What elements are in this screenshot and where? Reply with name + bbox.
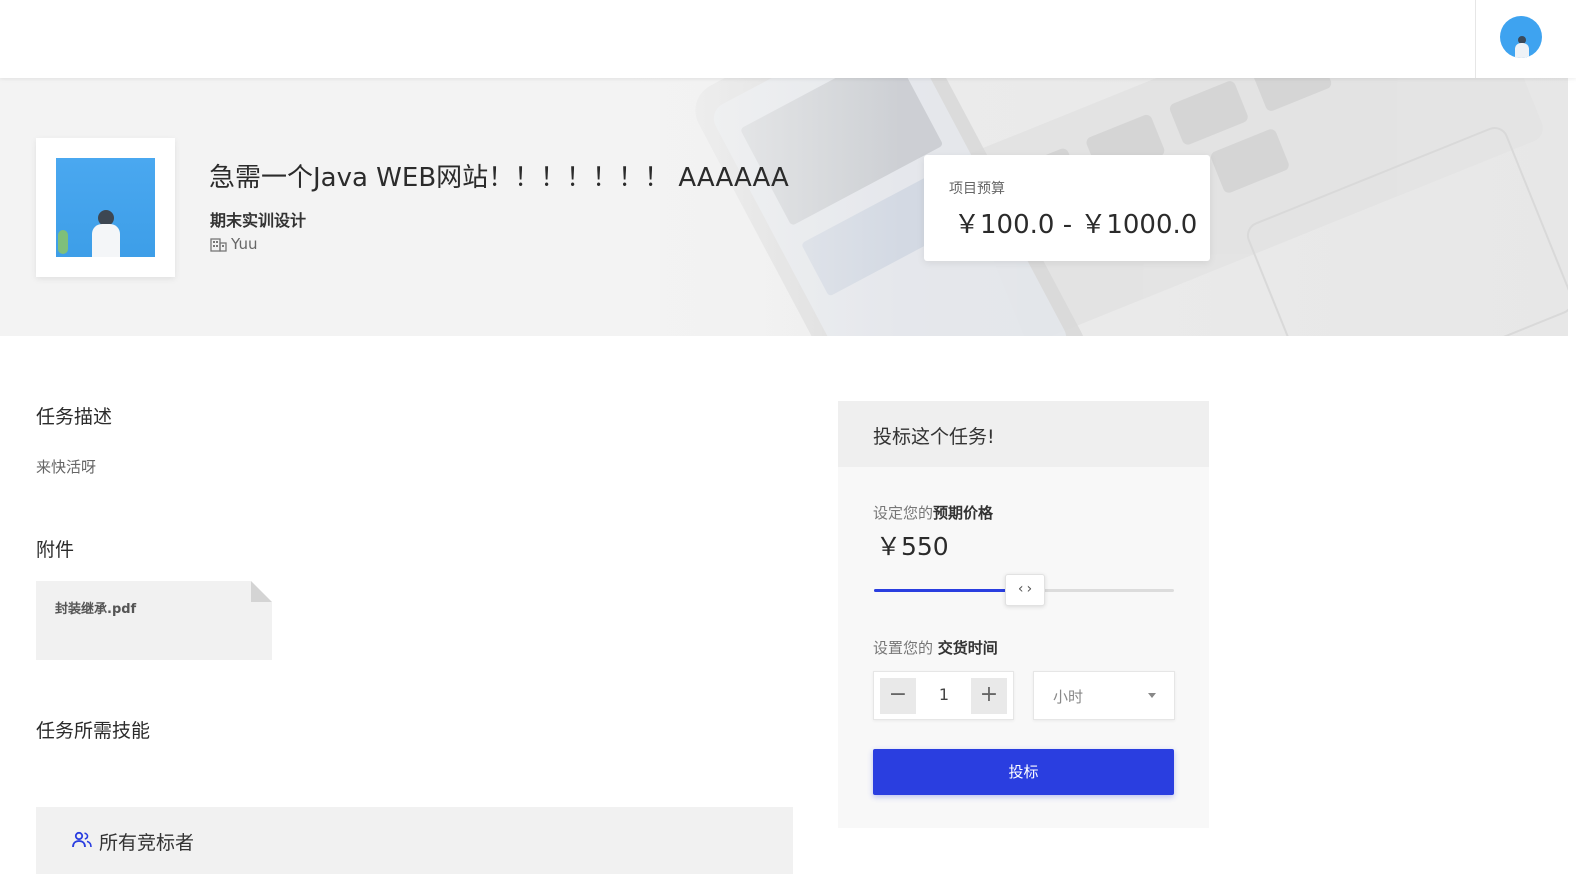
delivery-quantity-input[interactable] xyxy=(922,685,966,704)
all-bidders-bar[interactable]: 所有竞标者 xyxy=(36,807,793,874)
bid-panel-header: 投标这个任务! xyxy=(838,401,1209,467)
price-value: ￥550 xyxy=(876,532,949,561)
delivery-unit-select[interactable]: 小时 xyxy=(1033,671,1175,720)
skills-heading: 任务所需技能 xyxy=(36,720,151,742)
building-icon xyxy=(210,237,227,252)
price-slider[interactable]: ‹› xyxy=(874,574,1174,606)
description-text: 来快活呀 xyxy=(36,458,97,476)
decrement-button[interactable]: − xyxy=(880,678,916,714)
project-thumbnail xyxy=(36,138,175,277)
price-label-bold: 预期价格 xyxy=(933,504,994,522)
people-icon xyxy=(72,831,92,849)
all-bidders-label: 所有竞标者 xyxy=(99,832,195,854)
project-image xyxy=(56,158,155,257)
project-category: 期末实训设计 xyxy=(210,211,307,230)
file-fold-icon xyxy=(251,581,272,602)
time-label-bold: 交货时间 xyxy=(937,639,998,657)
attachment-file[interactable]: 封装继承.pdf xyxy=(36,581,272,660)
time-label-prefix: 设置您的 xyxy=(873,639,938,657)
project-owner-name: Yuu xyxy=(231,235,258,253)
submit-bid-button[interactable]: 投标 xyxy=(873,749,1174,795)
budget-card: 项目预算 ￥100.0 - ￥1000.0 xyxy=(924,155,1210,261)
increment-button[interactable]: + xyxy=(971,678,1007,714)
price-slider-handle[interactable]: ‹› xyxy=(1005,574,1045,606)
slider-arrows-icon: ‹› xyxy=(1016,581,1034,597)
avatar-figure-body xyxy=(1515,43,1529,58)
budget-range: ￥100.0 - ￥1000.0 xyxy=(954,210,1198,240)
bid-panel-title: 投标这个任务! xyxy=(873,426,995,448)
budget-label: 项目预算 xyxy=(949,181,1005,197)
navbar-divider xyxy=(1475,0,1476,78)
user-avatar-icon[interactable] xyxy=(1500,16,1542,58)
project-owner[interactable]: Yuu xyxy=(210,235,257,253)
attachment-file-name: 封装继承.pdf xyxy=(55,602,137,617)
price-slider-fill xyxy=(874,589,1006,592)
project-title: 急需一个Java WEB网站！！！！！！！ AAAAAA xyxy=(209,163,789,193)
top-navbar xyxy=(0,0,1576,78)
bid-panel: 投标这个任务! 设定您的预期价格 ￥550 ‹› 设置您的 交货时间 − + 小… xyxy=(838,401,1209,828)
delivery-quantity-stepper: − + xyxy=(873,671,1014,720)
attachments-heading: 附件 xyxy=(36,539,75,561)
description-heading: 任务描述 xyxy=(36,406,113,428)
price-label-prefix: 设定您的 xyxy=(873,504,934,522)
delivery-unit-value: 小时 xyxy=(1053,688,1084,706)
delivery-time-label: 设置您的 交货时间 xyxy=(873,637,998,658)
chevron-down-icon xyxy=(1148,693,1156,698)
price-label: 设定您的预期价格 xyxy=(873,502,993,523)
